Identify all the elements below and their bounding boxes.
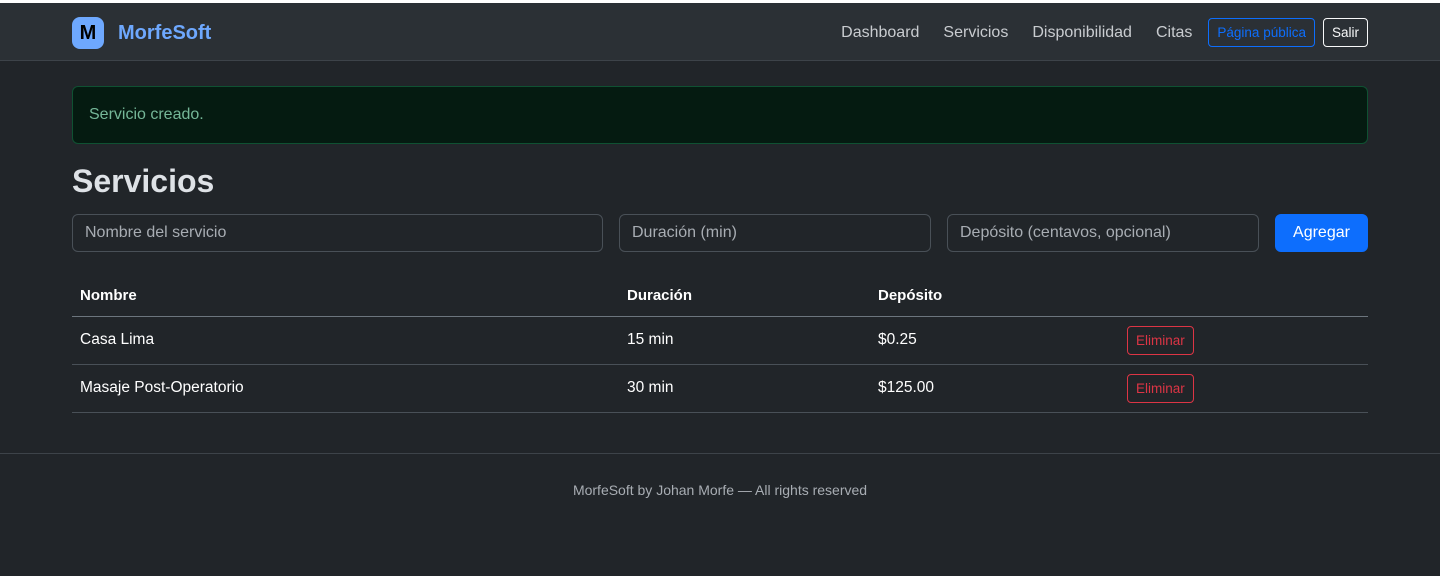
service-duration-cell: 15 min (619, 316, 870, 365)
nav-menu: Dashboard Servicios Disponibilidad Citas… (841, 17, 1368, 48)
page-title: Servicios (72, 163, 215, 199)
service-name-cell: Masaje Post-Operatorio (72, 364, 619, 413)
column-header-name: Nombre (72, 276, 619, 317)
column-header-actions (1119, 276, 1368, 317)
navbar: M MorfeSoft Dashboard Servicios Disponib… (0, 3, 1440, 61)
actions-cell: Eliminar (1119, 316, 1368, 365)
brand-link[interactable]: M MorfeSoft (72, 17, 211, 49)
success-alert: Servicio creado. (72, 86, 1368, 144)
column-header-duration: Duración (619, 276, 870, 317)
footer-text: MorfeSoft by Johan Morfe — All rights re… (572, 482, 868, 498)
add-service-button[interactable]: Agregar (1275, 214, 1368, 252)
delete-service-button[interactable]: Eliminar (1127, 325, 1194, 355)
logout-button[interactable]: Salir (1322, 18, 1368, 47)
services-table: Nombre Duración Depósito Casa Lima 15 mi… (72, 276, 1368, 413)
nav-link-dashboard[interactable]: Dashboard (841, 24, 919, 42)
service-duration-cell: 30 min (619, 364, 870, 413)
table-row: Masaje Post-Operatorio 30 min $125.00 El… (72, 364, 1368, 413)
duration-input[interactable] (619, 214, 931, 252)
column-header-deposit: Depósito (870, 276, 1119, 317)
public-page-button[interactable]: Página pública (1208, 18, 1315, 47)
page-footer: MorfeSoft by Johan Morfe — All rights re… (0, 453, 1440, 576)
nav-link-availability[interactable]: Disponibilidad (1032, 24, 1132, 42)
brand-logo-icon: M (72, 17, 104, 49)
success-alert-message: Servicio creado. (89, 106, 204, 123)
table-row: Casa Lima 15 min $0.25 Eliminar (72, 316, 1368, 365)
nav-link-appointments[interactable]: Citas (1156, 24, 1192, 42)
service-deposit-cell: $125.00 (870, 364, 1119, 413)
table-header-row: Nombre Duración Depósito (72, 276, 1368, 317)
service-name-cell: Casa Lima (72, 316, 619, 365)
delete-service-button[interactable]: Eliminar (1127, 373, 1194, 403)
nav-link-services[interactable]: Servicios (943, 24, 1008, 42)
service-deposit-cell: $0.25 (870, 316, 1119, 365)
brand-name: MorfeSoft (118, 21, 212, 44)
actions-cell: Eliminar (1119, 364, 1368, 413)
service-name-input[interactable] (72, 214, 603, 252)
deposit-input[interactable] (947, 214, 1259, 252)
